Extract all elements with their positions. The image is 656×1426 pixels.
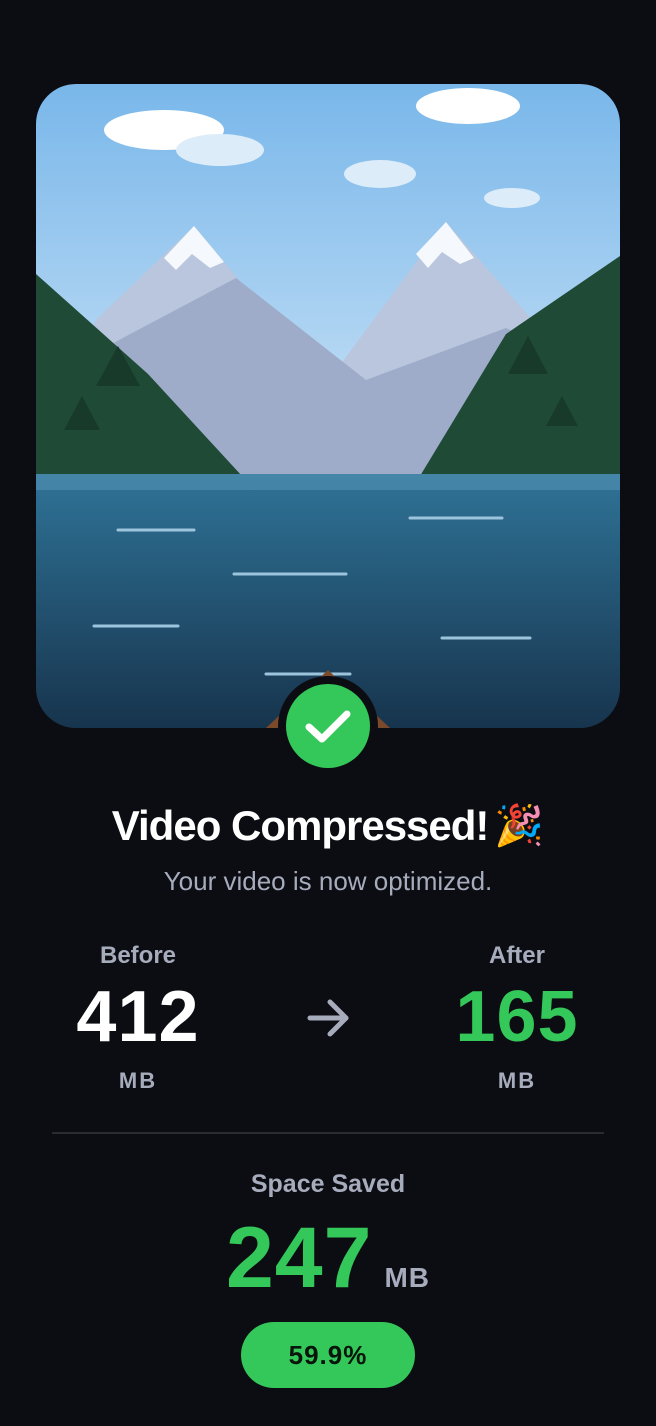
after-size-unit: MB [497,1068,537,1093]
after-size-value: 165 [455,977,579,1057]
arrow-right-icon [307,999,349,1037]
divider [52,1132,604,1134]
before-label: Before [99,942,177,969]
result-subtitle: Your video is now optimized. [163,866,493,896]
savings-percent-badge: 59.9% [241,1322,415,1388]
before-size-unit: MB [118,1068,158,1093]
space-saved-value: 247 [225,1210,373,1306]
space-saved-label: Space Saved [250,1170,406,1198]
party-popper-icon: 🎉 [494,804,545,848]
space-saved-unit: MB [384,1262,431,1293]
video-thumbnail [36,84,620,728]
result-title: Video Compressed! [111,802,490,849]
after-label: After [488,942,545,969]
before-stat: Before 412 MB [38,940,238,1094]
check-circle-icon [286,684,370,768]
success-badge [278,676,378,776]
before-size-value: 412 [76,977,200,1057]
compression-result-screen: Video Compressed! 🎉 Your video is now op… [0,0,656,1426]
after-stat: After 165 MB [417,940,617,1094]
result-title-row: Video Compressed! 🎉 [0,796,656,856]
space-saved-row: 247 MB [0,1210,656,1306]
